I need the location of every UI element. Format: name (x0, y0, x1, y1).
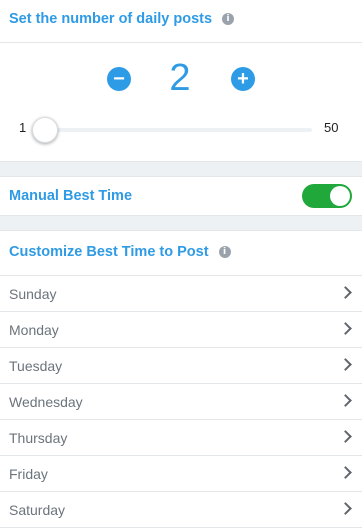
daily-posts-title: Set the number of daily posts (9, 11, 213, 27)
increment-button[interactable]: + (231, 67, 255, 91)
chevron-right-icon (339, 394, 352, 407)
customize-title: Customize Best Time to Post (9, 244, 209, 260)
day-row-friday[interactable]: Friday (0, 456, 362, 492)
chevron-right-icon (339, 322, 352, 335)
chevron-right-icon (339, 358, 352, 371)
day-row-monday[interactable]: Monday (0, 312, 362, 348)
section-gap (0, 216, 362, 230)
section-gap (0, 162, 362, 176)
day-row-saturday[interactable]: Saturday (0, 492, 362, 528)
slider-min-label: 1 (19, 120, 27, 135)
slider-max-label: 50 (324, 120, 339, 135)
toggle-knob (330, 186, 350, 206)
day-label: Thursday (9, 429, 68, 446)
chevron-right-icon (339, 286, 352, 299)
posts-count: 2 (169, 57, 191, 99)
posts-stepper: − 2 + (0, 58, 362, 100)
day-label: Friday (9, 465, 48, 482)
chevron-right-icon (339, 430, 352, 443)
posts-slider-track[interactable] (40, 128, 312, 132)
divider (0, 161, 362, 162)
manual-best-time-row: Manual Best Time (0, 177, 362, 215)
posts-slider-thumb[interactable] (32, 117, 59, 143)
day-row-tuesday[interactable]: Tuesday (0, 348, 362, 384)
daily-posts-header: Set the number of daily posts i (0, 9, 362, 29)
info-icon[interactable]: i (222, 13, 235, 25)
day-label: Tuesday (9, 357, 63, 374)
manual-best-time-label: Manual Best Time (9, 188, 133, 204)
day-label: Wednesday (9, 393, 83, 410)
divider (0, 230, 362, 231)
chevron-right-icon (339, 502, 352, 515)
chevron-right-icon (339, 466, 352, 479)
day-row-wednesday[interactable]: Wednesday (0, 384, 362, 420)
day-row-thursday[interactable]: Thursday (0, 420, 362, 456)
day-label: Monday (9, 321, 59, 338)
decrement-button[interactable]: − (107, 67, 131, 91)
day-label: Sunday (9, 285, 57, 302)
info-icon[interactable]: i (218, 246, 231, 258)
day-row-sunday[interactable]: Sunday (0, 276, 362, 312)
day-label: Saturday (9, 501, 66, 518)
manual-best-time-toggle[interactable] (302, 184, 352, 208)
customize-header: Customize Best Time to Post i (0, 242, 362, 262)
divider (0, 42, 362, 43)
